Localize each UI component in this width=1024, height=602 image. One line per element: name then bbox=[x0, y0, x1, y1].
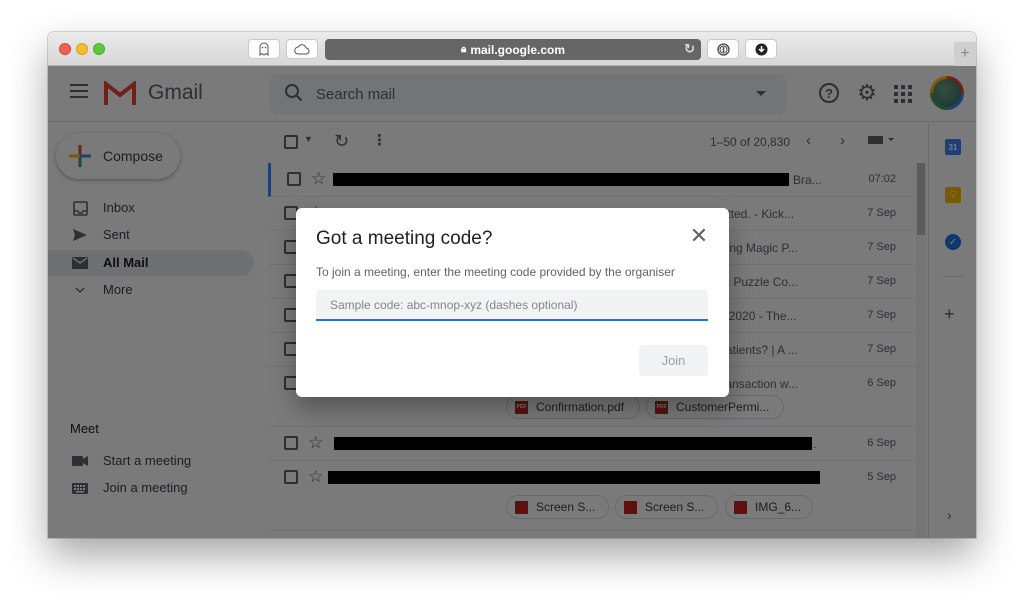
lock-icon: 🔒︎ bbox=[460, 44, 467, 55]
browser-titlebar: 🔒︎ mail.google.com ↻ + bbox=[48, 32, 976, 66]
url-text: mail.google.com bbox=[470, 42, 565, 57]
close-window-button[interactable] bbox=[59, 43, 71, 55]
dialog-title: Got a meeting code? bbox=[316, 228, 493, 249]
onepassword-icon bbox=[716, 42, 730, 56]
meeting-code-input[interactable] bbox=[316, 290, 708, 321]
icloud-tabs-button[interactable] bbox=[286, 39, 318, 59]
cloud-icon bbox=[294, 43, 310, 54]
join-button[interactable]: Join bbox=[639, 345, 708, 376]
ghost-icon bbox=[259, 42, 269, 56]
downloads-button[interactable] bbox=[745, 39, 777, 59]
reload-icon[interactable]: ↻ bbox=[684, 41, 695, 57]
onepassword-extension-button[interactable] bbox=[707, 39, 739, 59]
meeting-code-dialog: Got a meeting code? ✕ To join a meeting,… bbox=[296, 208, 729, 397]
ghostery-extension-button[interactable] bbox=[248, 39, 280, 59]
maximize-window-button[interactable] bbox=[93, 43, 105, 55]
minimize-window-button[interactable] bbox=[76, 43, 88, 55]
address-bar[interactable]: 🔒︎ mail.google.com ↻ bbox=[325, 39, 701, 60]
close-icon[interactable]: ✕ bbox=[689, 225, 709, 247]
download-icon bbox=[755, 43, 767, 55]
dialog-description: To join a meeting, enter the meeting cod… bbox=[316, 265, 675, 279]
new-tab-button[interactable]: + bbox=[954, 42, 976, 66]
